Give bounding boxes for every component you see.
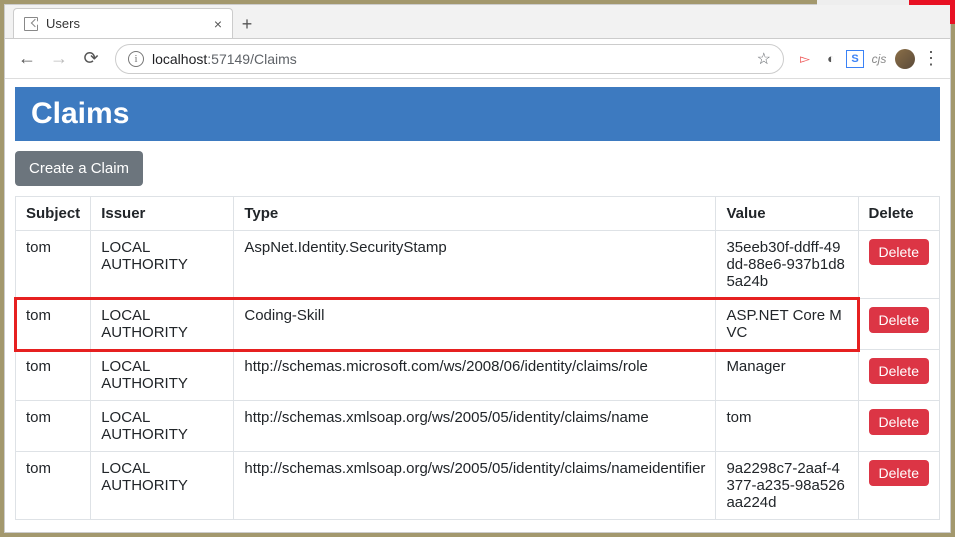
extension-icon-cjs[interactable]: cjs — [868, 48, 890, 70]
table-row: tomLOCAL AUTHORITYhttp://schemas.microso… — [16, 350, 940, 401]
cell-value: 35eeb30f-ddff-49dd-88e6-937b1d85a24b — [716, 231, 858, 299]
extension-icon-1[interactable]: ▻ — [794, 48, 816, 70]
cell-delete: Delete — [858, 401, 939, 452]
cell-type: AspNet.Identity.SecurityStamp — [234, 231, 716, 299]
cell-issuer: LOCAL AUTHORITY — [91, 401, 234, 452]
cell-value: tom — [716, 401, 858, 452]
reload-button[interactable]: ⟳ — [77, 45, 105, 73]
delete-button[interactable]: Delete — [869, 460, 929, 486]
url-text: localhost:57149/Claims — [152, 51, 749, 67]
col-issuer: Issuer — [91, 197, 234, 231]
table-row: tomLOCAL AUTHORITYhttp://schemas.xmlsoap… — [16, 452, 940, 520]
browser-menu-icon[interactable]: ⋮ — [920, 48, 942, 70]
tab-close-icon[interactable]: × — [214, 16, 222, 32]
delete-button[interactable]: Delete — [869, 409, 929, 435]
tab-strip: Users × + — [5, 5, 950, 39]
delete-button[interactable]: Delete — [869, 358, 929, 384]
col-type: Type — [234, 197, 716, 231]
table-row: tomLOCAL AUTHORITYAspNet.Identity.Securi… — [16, 231, 940, 299]
col-subject: Subject — [16, 197, 91, 231]
page-icon — [24, 17, 38, 31]
col-value: Value — [716, 197, 858, 231]
forward-button[interactable]: → — [45, 45, 73, 73]
cell-subject: tom — [16, 299, 91, 350]
cell-type: http://schemas.xmlsoap.org/ws/2005/05/id… — [234, 401, 716, 452]
address-bar[interactable]: i localhost:57149/Claims ☆ — [115, 44, 784, 74]
cell-issuer: LOCAL AUTHORITY — [91, 350, 234, 401]
claims-table: Subject Issuer Type Value Delete tomLOCA… — [15, 196, 940, 520]
extension-icon-s[interactable]: S — [846, 50, 864, 68]
delete-button[interactable]: Delete — [869, 307, 929, 333]
cell-subject: tom — [16, 401, 91, 452]
cell-type: Coding-Skill — [234, 299, 716, 350]
toolbar: ← → ⟳ i localhost:57149/Claims ☆ ▻ ◐ S c… — [5, 39, 950, 79]
cell-issuer: LOCAL AUTHORITY — [91, 231, 234, 299]
cell-value: 9a2298c7-2aaf-4377-a235-98a526aa224d — [716, 452, 858, 520]
browser-tab[interactable]: Users × — [13, 8, 233, 38]
back-button[interactable]: ← — [13, 45, 41, 73]
cell-delete: Delete — [858, 231, 939, 299]
bookmark-star-icon[interactable]: ☆ — [757, 49, 771, 69]
cell-subject: tom — [16, 452, 91, 520]
cell-type: http://schemas.microsoft.com/ws/2008/06/… — [234, 350, 716, 401]
create-claim-button[interactable]: Create a Claim — [15, 151, 143, 186]
cell-type: http://schemas.xmlsoap.org/ws/2005/05/id… — [234, 452, 716, 520]
cell-issuer: LOCAL AUTHORITY — [91, 299, 234, 350]
site-info-icon[interactable]: i — [128, 51, 144, 67]
table-row: tomLOCAL AUTHORITYhttp://schemas.xmlsoap… — [16, 401, 940, 452]
cell-delete: Delete — [858, 350, 939, 401]
cell-value: Manager — [716, 350, 858, 401]
cell-issuer: LOCAL AUTHORITY — [91, 452, 234, 520]
cell-value: ASP.NET Core MVC — [716, 299, 858, 350]
delete-button[interactable]: Delete — [869, 239, 929, 265]
tab-title: Users — [46, 16, 80, 31]
col-delete: Delete — [858, 197, 939, 231]
cell-delete: Delete — [858, 299, 939, 350]
table-row: tomLOCAL AUTHORITYCoding-SkillASP.NET Co… — [16, 299, 940, 350]
profile-avatar[interactable] — [894, 48, 916, 70]
page-title: Claims — [15, 87, 940, 141]
extension-icon-2[interactable]: ◐ — [820, 48, 842, 70]
cell-subject: tom — [16, 350, 91, 401]
cell-delete: Delete — [858, 452, 939, 520]
new-tab-button[interactable]: + — [233, 10, 261, 38]
cell-subject: tom — [16, 231, 91, 299]
